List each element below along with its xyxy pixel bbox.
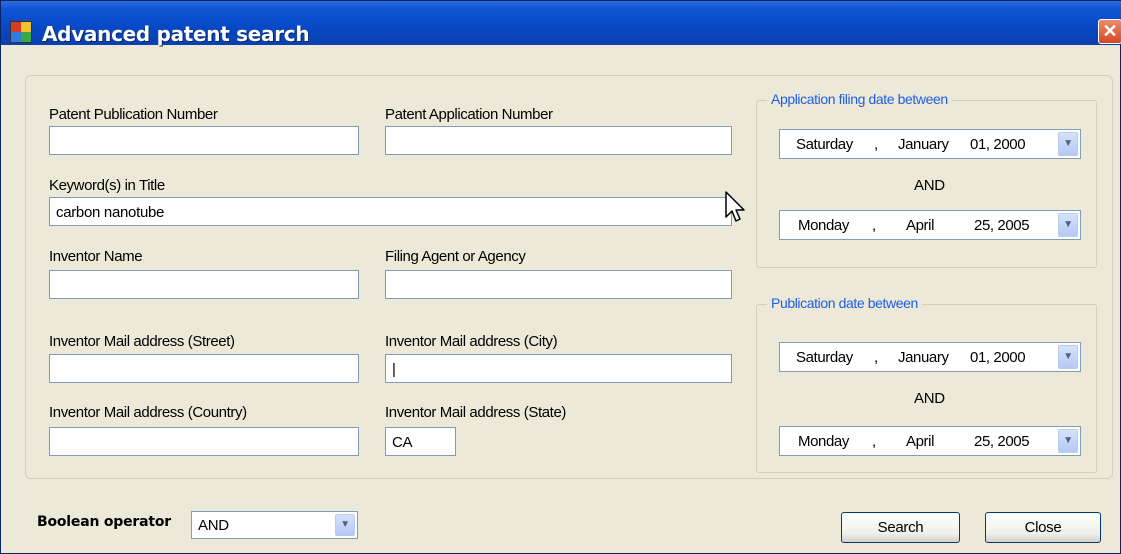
inventor-state-label: Inventor Mail address (State)	[385, 404, 566, 421]
date-month: January	[898, 349, 949, 366]
date-month: April	[906, 217, 935, 234]
application-filing-from-date-picker[interactable]: Saturday , January 01, 2000 ▼	[779, 129, 1081, 159]
chevron-down-icon[interactable]: ▼	[1058, 132, 1078, 156]
advanced-patent-search-window: Advanced patent search ✕ Patent Publicat…	[0, 0, 1121, 554]
inventor-city-input[interactable]: |	[385, 354, 732, 383]
mouse-cursor-icon	[725, 191, 745, 222]
title-bar[interactable]: Advanced patent search ✕	[1, 1, 1121, 46]
boolean-operator-select[interactable]: AND ▼	[191, 511, 358, 539]
inventor-name-input[interactable]	[49, 270, 359, 299]
publication-from-date-picker[interactable]: Saturday , January 01, 2000 ▼	[779, 342, 1081, 372]
date-day-year: 01, 2000	[970, 349, 1026, 366]
inventor-street-input[interactable]	[49, 354, 359, 383]
filing-agent-label: Filing Agent or Agency	[385, 248, 526, 265]
date-day-year: 25, 2005	[974, 433, 1030, 450]
close-window-icon[interactable]: ✕	[1098, 19, 1121, 44]
window-title: Advanced patent search	[42, 22, 310, 46]
search-button[interactable]: Search	[841, 512, 960, 543]
inventor-state-input[interactable]: CA	[385, 427, 456, 456]
close-button[interactable]: Close	[985, 512, 1101, 543]
date-weekday: Saturday	[796, 349, 853, 366]
patent-publication-number-label: Patent Publication Number	[49, 106, 218, 123]
inventor-name-label: Inventor Name	[49, 248, 143, 265]
date-separator: ,	[874, 349, 878, 366]
filing-agent-input[interactable]	[385, 270, 732, 299]
boolean-operator-value: AND	[198, 517, 229, 534]
publication-to-date-picker[interactable]: Monday , April 25, 2005 ▼	[779, 426, 1081, 456]
publication-date-title: Publication date between	[767, 295, 922, 311]
date-weekday: Saturday	[796, 136, 853, 153]
date-day-year: 01, 2000	[970, 136, 1026, 153]
date-month: January	[898, 136, 949, 153]
date-separator: ,	[872, 433, 876, 450]
application-filing-and-label: AND	[914, 177, 945, 194]
publication-and-label: AND	[914, 390, 945, 407]
keywords-in-title-label: Keyword(s) in Title	[49, 177, 165, 194]
application-filing-date-title: Application filing date between	[767, 91, 952, 107]
date-separator: ,	[872, 217, 876, 234]
keywords-in-title-input[interactable]: carbon nanotube	[49, 197, 732, 226]
date-day-year: 25, 2005	[974, 217, 1030, 234]
boolean-operator-label: Boolean operator	[37, 514, 171, 530]
chevron-down-icon[interactable]: ▼	[1058, 213, 1078, 237]
inventor-country-label: Inventor Mail address (Country)	[49, 404, 247, 421]
inventor-city-label: Inventor Mail address (City)	[385, 333, 558, 350]
date-separator: ,	[874, 136, 878, 153]
patent-application-number-label: Patent Application Number	[385, 106, 553, 123]
app-grid-icon	[10, 21, 32, 43]
chevron-down-icon[interactable]: ▼	[1058, 429, 1078, 453]
patent-application-number-input[interactable]	[385, 126, 732, 155]
application-filing-to-date-picker[interactable]: Monday , April 25, 2005 ▼	[779, 210, 1081, 240]
chevron-down-icon[interactable]: ▼	[335, 514, 355, 536]
date-weekday: Monday	[798, 217, 849, 234]
date-weekday: Monday	[798, 433, 849, 450]
date-month: April	[906, 433, 935, 450]
chevron-down-icon[interactable]: ▼	[1058, 345, 1078, 369]
inventor-country-input[interactable]	[49, 427, 359, 456]
patent-publication-number-input[interactable]	[49, 126, 359, 155]
inventor-street-label: Inventor Mail address (Street)	[49, 333, 235, 350]
